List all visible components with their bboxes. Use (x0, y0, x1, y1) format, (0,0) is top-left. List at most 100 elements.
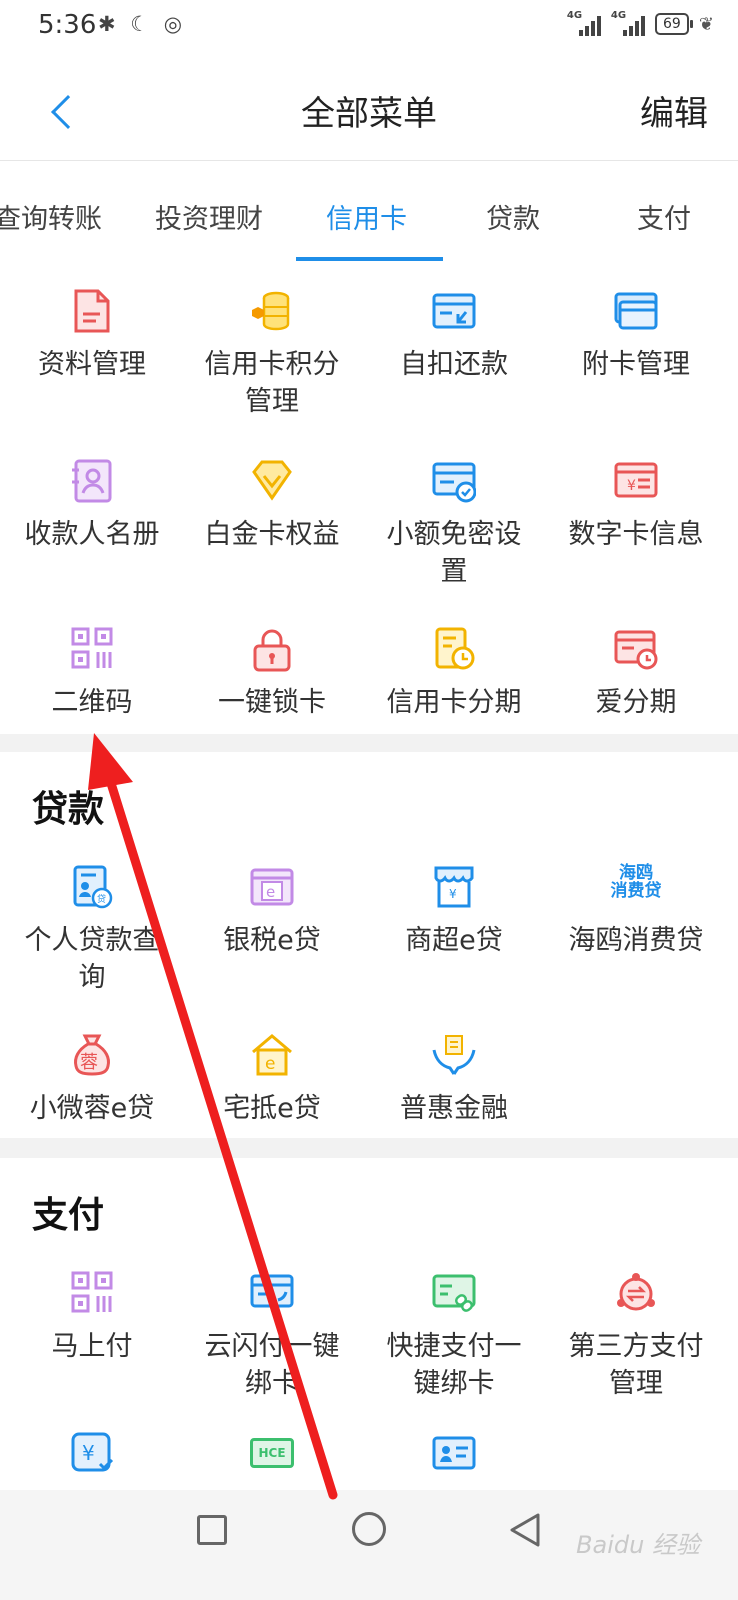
menu-item-label: 白金卡权益 (204, 519, 340, 550)
menu-item-label: 海鸥消费贷 (568, 925, 704, 956)
back-triangle-icon[interactable] (508, 1512, 542, 1548)
hands-icon (432, 1035, 476, 1075)
menu-item-third-party-pay[interactable]: 第三方支付 管理 (544, 1270, 728, 1410)
menu-item-label: 自扣还款 (400, 349, 508, 380)
menu-item-label: 银税e贷 (223, 925, 321, 956)
menu-item-express-pay-bind[interactable]: 快捷支付一 键绑卡 (362, 1270, 546, 1410)
menu-item-points-management[interactable]: 信用卡积分 管理 (180, 288, 364, 438)
document-icon (74, 289, 110, 333)
menu-item-label: 收款人名册 (24, 519, 160, 550)
menu-item-label: 小额免密设 置 (386, 519, 522, 587)
menu-item-profile-management[interactable]: 资料管理 (0, 288, 184, 438)
money-bag-icon: 蓉 (70, 1032, 114, 1078)
menu-item-label: 云闪付一键 绑卡 (204, 1331, 340, 1399)
menu-item-label: 一键锁卡 (218, 687, 326, 718)
menu-item-label: 数字卡信息 (568, 519, 704, 550)
menu-item-label: 爱分期 (595, 687, 677, 718)
svg-text:¥: ¥ (449, 887, 457, 901)
menu-item-label: 小微蓉e贷 (29, 1093, 155, 1124)
tab-active-indicator (296, 257, 443, 261)
svg-text:贷: 贷 (97, 893, 106, 905)
leaf-icon: ❦ (698, 13, 714, 35)
category-tabs: 查询转账 投资理财 信用卡 贷款 支付 (0, 160, 738, 262)
tab-pay[interactable]: 支付 (637, 197, 691, 236)
menu-item-label: 第三方支付 管理 (568, 1331, 704, 1399)
menu-item-label: 信用卡积分 管理 (204, 349, 340, 417)
diamond-icon (252, 460, 292, 501)
coins-icon (252, 291, 290, 331)
signal-icon: 4G (567, 10, 601, 36)
signal-icon: 4G (611, 10, 645, 36)
store-icon: ¥ (434, 866, 474, 908)
yuan-card-icon: ¥ (614, 462, 658, 498)
menu-item-supplementary-card[interactable]: 附卡管理 (544, 288, 728, 438)
cards-icon (614, 292, 658, 330)
menu-item-label: 宅抵e贷 (223, 1093, 321, 1124)
menu-item-ai-installment[interactable]: 爱分期 (544, 626, 728, 726)
status-time: 5:36 (38, 10, 97, 40)
exchange-icon (617, 1273, 655, 1311)
svg-text:¥: ¥ (82, 1441, 95, 1465)
menu-item-yinshui-e-loan[interactable]: e 银税e贷 (180, 864, 364, 984)
menu-item-personal-loan-query[interactable]: 贷 个人贷款查 询 (0, 864, 184, 1004)
clock-document-icon (435, 627, 475, 670)
page-title: 全部菜单 (301, 94, 437, 134)
menu-item-label: 附卡管理 (582, 349, 690, 380)
pay-section: 支付 马上付 云闪付一键 绑卡 快捷支付一 键绑卡 第三方支付 管理 ¥ HCE (0, 1158, 738, 1490)
watermark: Baidu 经验 (576, 1531, 700, 1559)
menu-item-digital-card-info[interactable]: ¥ 数字卡信息 (544, 458, 728, 588)
svg-text:e: e (265, 1054, 275, 1074)
card-return-icon (432, 293, 476, 329)
hce-card-icon: HCE (250, 1438, 294, 1468)
tab-query-transfer[interactable]: 查询转账 (0, 197, 102, 236)
haiou-logo-icon: 海鸥 消费贷 (610, 863, 662, 901)
status-bar: 5:36 ✱ ☾ ◎ 4G 4G 69 ❦ (0, 0, 738, 52)
menu-item-unionpay-bind[interactable]: 云闪付一键 绑卡 (180, 1270, 364, 1410)
menu-item-yuan-check[interactable]: ¥ (0, 1430, 184, 1490)
menu-item-auto-repay[interactable]: 自扣还款 (362, 288, 546, 438)
section-title: 贷款 (32, 789, 105, 830)
svg-text:e: e (266, 883, 275, 901)
menu-item-card-installment[interactable]: 信用卡分期 (362, 626, 546, 726)
menu-item-label: 快捷支付一 键绑卡 (386, 1331, 522, 1399)
tab-investment[interactable]: 投资理财 (155, 197, 263, 236)
menu-item-platinum-benefits[interactable]: 白金卡权益 (180, 458, 364, 588)
menu-item-label: 信用卡分期 (386, 687, 522, 718)
menu-item-lock-card[interactable]: 一键锁卡 (180, 626, 364, 726)
menu-item-qr-code[interactable]: 二维码 (0, 626, 184, 726)
card-link-icon (250, 1274, 294, 1308)
loan-section: 贷款 贷 个人贷款查 询 e 银税e贷 ¥ 商超e贷 海鸥 消费贷 海鸥消费贷 (0, 752, 738, 1138)
menu-item-puhui-finance[interactable]: 普惠金融 (362, 1032, 546, 1132)
tab-loan[interactable]: 贷款 (486, 197, 540, 236)
edit-button[interactable]: 编辑 (640, 86, 708, 135)
menu-item-shangchao-e-loan[interactable]: ¥ 商超e贷 (362, 864, 546, 984)
yuan-check-icon: ¥ (71, 1432, 114, 1472)
menu-item-label: 资料管理 (38, 349, 146, 380)
recent-apps-button[interactable] (197, 1515, 227, 1545)
menu-item-xiaowei-rong-e-loan[interactable]: 蓉 小微蓉e贷 (0, 1032, 184, 1132)
loan-document-icon: 贷 (73, 865, 113, 909)
status-indicator-icons: ✱ ☾ ◎ (98, 12, 187, 36)
menu-item-label: 个人贷款查 询 (24, 925, 160, 993)
svg-text:¥: ¥ (627, 478, 636, 494)
qr-code-icon (71, 1271, 113, 1313)
home-button[interactable] (352, 1512, 386, 1546)
menu-item-small-passwordless[interactable]: 小额免密设 置 (362, 458, 546, 588)
lock-icon (253, 629, 291, 672)
section-title: 支付 (32, 1195, 105, 1236)
header: 全部菜单 编辑 (0, 52, 738, 160)
menu-item-zhaidi-e-loan[interactable]: e 宅抵e贷 (180, 1032, 364, 1132)
menu-item-hce[interactable]: HCE (180, 1430, 364, 1490)
e-card-icon: e (250, 868, 294, 906)
menu-item-payee-list[interactable]: 收款人名册 (0, 458, 184, 588)
menu-item-haiou-loan[interactable]: 海鸥 消费贷 海鸥消费贷 (544, 864, 728, 984)
menu-item-quick-pay[interactable]: 马上付 (0, 1270, 184, 1390)
card-check-icon (432, 462, 476, 503)
menu-item-label: 马上付 (51, 1331, 133, 1362)
menu-item-id-card[interactable] (362, 1430, 546, 1490)
credit-card-section: 资料管理 信用卡积分 管理 自扣还款 附卡管理 收款人名册 白金卡权益 小额免密… (0, 262, 738, 734)
menu-item-label: 普惠金融 (400, 1093, 508, 1124)
menu-item-label: 商超e贷 (405, 925, 503, 956)
tab-credit-card[interactable]: 信用卡 (326, 197, 407, 236)
card-chain-icon (432, 1274, 476, 1312)
